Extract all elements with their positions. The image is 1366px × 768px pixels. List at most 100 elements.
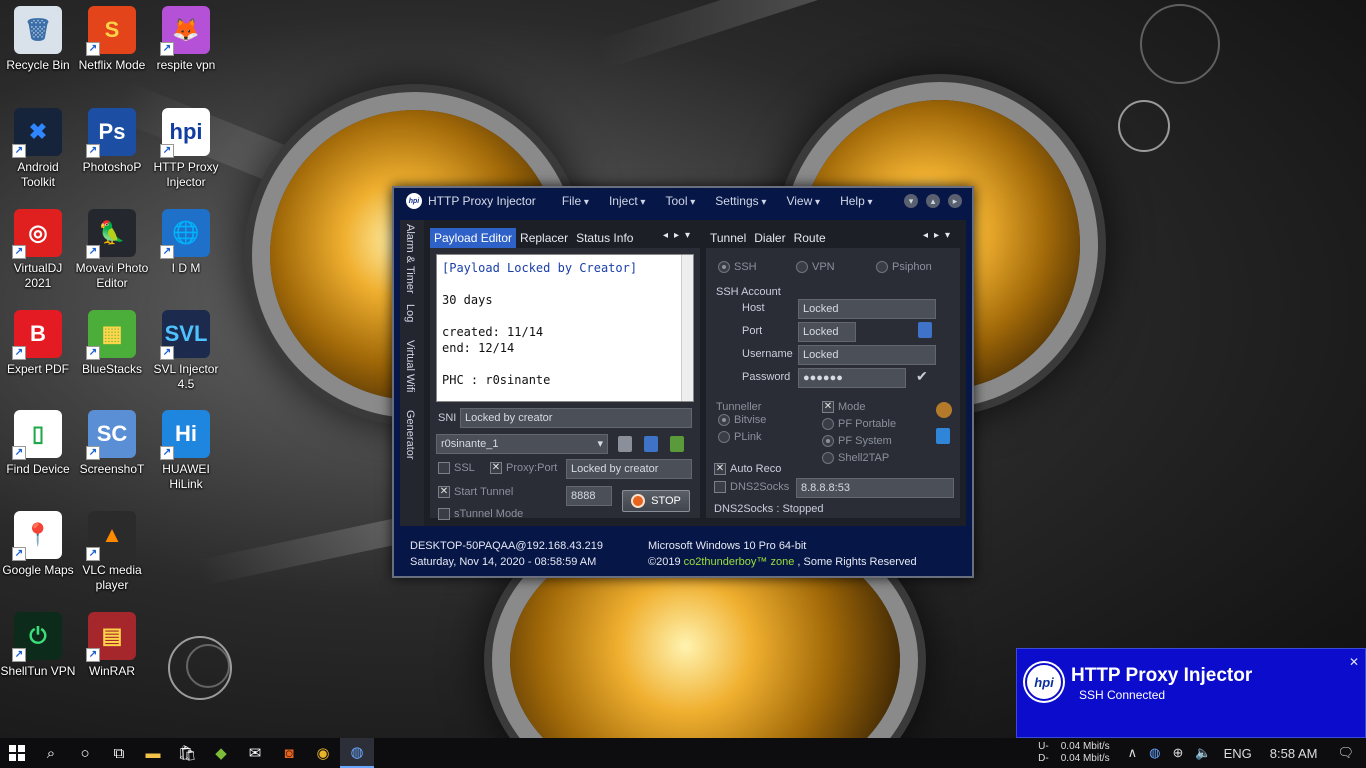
desktop-icon[interactable]: ▤ ↗ WinRAR xyxy=(74,612,150,679)
vpn-radio[interactable] xyxy=(796,261,808,273)
port-input[interactable]: Locked xyxy=(798,322,856,342)
store-icon[interactable]: 🛍 xyxy=(170,738,204,768)
minimize-icon[interactable]: ▾ xyxy=(904,194,918,208)
desktop-icon[interactable]: 🦜 ↗ Movavi Photo Editor xyxy=(74,209,150,291)
tab-scroll-arrows-icon[interactable]: ◂▸▾ xyxy=(923,230,956,241)
shortcut-arrow-icon: ↗ xyxy=(86,648,100,662)
username-input[interactable]: Locked xyxy=(798,345,936,365)
hpi-titlebar[interactable]: hpi HTTP Proxy Injector File Inject Tool… xyxy=(394,188,972,214)
start-button[interactable] xyxy=(0,738,34,768)
desktop-icon[interactable]: B ↗ Expert PDF xyxy=(0,310,76,377)
proxy-input[interactable]: Locked by creator xyxy=(566,459,692,479)
hpi-taskbar-icon[interactable]: ◍ xyxy=(340,738,374,768)
stunnel-mode-checkbox[interactable] xyxy=(438,508,450,520)
gear-icon[interactable] xyxy=(936,402,952,418)
tab-tunnel[interactable]: Tunnel xyxy=(706,228,750,248)
menu-file[interactable]: File xyxy=(552,194,599,208)
hpi-title: HTTP Proxy Injector xyxy=(428,194,536,208)
notifications-icon[interactable]: 🗨 xyxy=(1337,745,1354,761)
checkmark-icon[interactable]: ✔ xyxy=(916,368,928,385)
pf-portable-radio[interactable] xyxy=(822,418,834,430)
refresh-icon[interactable] xyxy=(936,428,950,444)
desktop-icon[interactable]: 🗑 Recycle Bin xyxy=(0,6,76,73)
search-icon[interactable]: ⌕ xyxy=(34,738,68,768)
desktop-icon[interactable]: ⏻ ↗ ShellTun VPN xyxy=(0,612,76,679)
volume-icon[interactable]: 🔈 xyxy=(1195,745,1211,761)
tab-route[interactable]: Route xyxy=(790,228,830,248)
side-tab-log[interactable]: Log xyxy=(404,304,416,322)
payload-scrollbar[interactable] xyxy=(681,255,693,401)
profile-select[interactable]: r0sinante_1 ▾ xyxy=(436,434,608,454)
menu-help[interactable]: Help xyxy=(830,194,883,208)
task-view-icon[interactable]: ⧉ xyxy=(102,738,136,768)
tab-scroll-arrows-icon[interactable]: ◂▸▾ xyxy=(663,230,696,241)
hpi-tray-icon[interactable]: ◍ xyxy=(1149,745,1160,761)
save-icon[interactable] xyxy=(644,436,658,452)
host-input[interactable]: Locked xyxy=(798,299,936,319)
window-controls: ▾ ▴ ▸ xyxy=(904,194,962,208)
plink-radio[interactable] xyxy=(718,431,730,443)
close-icon[interactable]: ✕ xyxy=(1349,655,1359,669)
language-indicator[interactable]: ENG xyxy=(1224,746,1252,761)
tab-replacer[interactable]: Replacer xyxy=(516,228,572,248)
app-orange-icon[interactable]: ◙ xyxy=(272,738,306,768)
desktop-icon[interactable]: ▦ ↗ BlueStacks xyxy=(74,310,150,377)
stop-button[interactable]: STOP xyxy=(622,490,690,512)
save-icon[interactable] xyxy=(918,322,932,338)
desktop-icon[interactable]: SVL ↗ SVL Injector 4.5 xyxy=(148,310,224,392)
file-explorer-icon[interactable]: ▬ xyxy=(136,738,170,768)
trash-icon[interactable] xyxy=(670,436,684,452)
tab-payload-editor[interactable]: Payload Editor xyxy=(430,228,517,248)
copyright-brand-link[interactable]: co2thunderboy™ zone xyxy=(684,556,795,568)
document-icon[interactable] xyxy=(618,436,632,452)
side-tab-alarm-timer[interactable]: Alarm & Timer xyxy=(404,224,416,294)
desktop-icon[interactable]: 📍 ↗ Google Maps xyxy=(0,511,76,578)
side-tab-virtual-wifi[interactable]: Virtual Wifi xyxy=(404,340,416,392)
desktop-icon[interactable]: Hi ↗ HUAWEI HiLink xyxy=(148,410,224,492)
ssh-radio[interactable] xyxy=(718,261,730,273)
dns2socks-checkbox[interactable] xyxy=(714,481,726,493)
sni-input[interactable]: Locked by creator xyxy=(460,408,692,428)
proxy-port-checkbox[interactable]: ✕ xyxy=(490,462,502,474)
desktop-icon[interactable]: ◎ ↗ VirtualDJ 2021 xyxy=(0,209,76,291)
shortcut-arrow-icon: ↗ xyxy=(86,245,100,259)
mail-icon[interactable]: ✉ xyxy=(238,738,272,768)
desktop-icon[interactable]: 🦊 ↗ respite vpn xyxy=(148,6,224,73)
chrome-icon[interactable]: ◉ xyxy=(306,738,340,768)
desktop-icon[interactable]: Ps ↗ PhotoshoP xyxy=(74,108,150,175)
desktop-icon[interactable]: ▯ ↗ Find Device xyxy=(0,410,76,477)
desktop-icon[interactable]: SC ↗ ScreenshoT xyxy=(74,410,150,477)
start-tunnel-checkbox[interactable]: ✕ xyxy=(438,486,450,498)
side-tab-generator[interactable]: Generator xyxy=(404,410,416,460)
desktop-icon[interactable]: ✖ ↗ Android Toolkit xyxy=(0,108,76,190)
pf-system-radio[interactable] xyxy=(822,435,834,447)
menu-tool[interactable]: Tool xyxy=(655,194,705,208)
dns-input[interactable]: 8.8.8.8:53 xyxy=(796,478,954,498)
payload-editor[interactable]: [Payload Locked by Creator] 30 days crea… xyxy=(436,254,694,402)
app-green-icon[interactable]: ◆ xyxy=(204,738,238,768)
chevron-up-icon[interactable]: ∧ xyxy=(1128,745,1138,761)
tab-status-info[interactable]: Status Info xyxy=(572,228,637,248)
clock[interactable]: 8:58 AM xyxy=(1270,746,1318,761)
auto-reco-checkbox[interactable]: ✕ xyxy=(714,463,726,475)
close-icon[interactable]: ▸ xyxy=(948,194,962,208)
desktop-icon[interactable]: S ↗ Netflix Mode xyxy=(74,6,150,73)
menu-view[interactable]: View xyxy=(776,194,830,208)
password-input[interactable]: ●●●●●● xyxy=(798,368,906,388)
notification-toast[interactable]: hpi HTTP Proxy Injector SSH Connected ✕ xyxy=(1016,648,1366,738)
desktop-icon[interactable]: ▲ ↗ VLC media player xyxy=(74,511,150,593)
local-port-input[interactable]: 8888 xyxy=(566,486,612,506)
ssl-checkbox[interactable] xyxy=(438,462,450,474)
menu-settings[interactable]: Settings xyxy=(705,194,776,208)
restore-icon[interactable]: ▴ xyxy=(926,194,940,208)
network-icon[interactable]: ⊕ xyxy=(1173,745,1184,761)
menu-inject[interactable]: Inject xyxy=(599,194,656,208)
desktop-icon[interactable]: 🌐 ↗ I D M xyxy=(148,209,224,276)
shell2tap-radio[interactable] xyxy=(822,452,834,464)
tab-dialer[interactable]: Dialer xyxy=(750,228,789,248)
mode-checkbox[interactable]: ✕ xyxy=(822,401,834,413)
cortana-icon[interactable]: ○ xyxy=(68,738,102,768)
bitvise-radio[interactable] xyxy=(718,414,730,426)
desktop-icon[interactable]: hpi ↗ HTTP Proxy Injector xyxy=(148,108,224,190)
psiphon-radio[interactable] xyxy=(876,261,888,273)
